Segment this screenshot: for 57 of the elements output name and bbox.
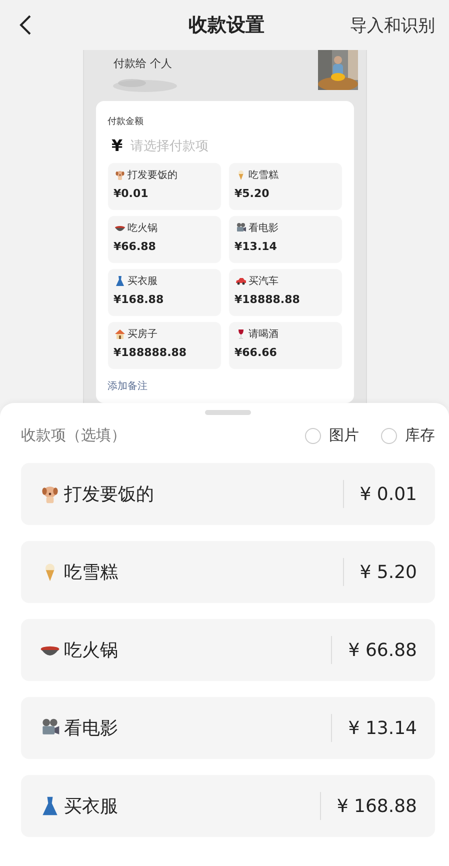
item-name: 买衣服 <box>64 795 118 818</box>
payment-item-tile[interactable]: 吃火锅 ¥66.88 <box>108 216 220 263</box>
payment-item-tile[interactable]: 买房子 ¥188888.88 <box>108 322 220 369</box>
item-name: 请喝酒 <box>248 328 278 341</box>
item-name: 买衣服 <box>128 274 158 288</box>
payment-item-tile[interactable]: 买汽车 ¥18888.88 <box>228 269 342 316</box>
item-name: 看电影 <box>248 222 278 235</box>
payment-item-tile[interactable]: 看电影 ¥13.14 <box>228 216 342 263</box>
item-price: ¥66.66 <box>234 346 278 359</box>
item-name: 看电影 <box>64 717 118 740</box>
item-price: ¥188888.88 <box>114 346 188 359</box>
item-price: ¥18888.88 <box>234 293 301 306</box>
payment-item-row[interactable]: 看电影 ¥ 13.14 <box>21 697 435 759</box>
dog-icon <box>114 169 126 181</box>
currency-symbol: ¥ <box>112 136 123 155</box>
add-note-link[interactable]: 添加备注 <box>108 379 148 393</box>
payment-item-tile[interactable]: 买衣服 ¥168.88 <box>108 269 220 316</box>
item-name: 打发要饭的 <box>64 483 154 506</box>
back-icon <box>18 14 32 36</box>
amount-label: 付款金额 <box>108 116 144 128</box>
drag-handle[interactable] <box>205 410 251 415</box>
radio-button[interactable] <box>381 428 397 444</box>
item-name: 买房子 <box>128 328 158 341</box>
option-label: 库存 <box>405 426 435 445</box>
item-name: 打发要饭的 <box>128 168 178 182</box>
item-price: ¥13.14 <box>234 240 278 253</box>
item-price: ¥168.88 <box>114 293 165 306</box>
item-price: ¥ 0.01 <box>360 484 417 504</box>
payment-item-tile[interactable]: 打发要饭的 ¥0.01 <box>108 163 220 210</box>
item-name: 吃火锅 <box>128 222 158 235</box>
item-price: ¥5.20 <box>234 187 270 200</box>
item-price: ¥66.88 <box>114 240 157 253</box>
item-name: 买汽车 <box>248 274 278 288</box>
item-name: 吃火锅 <box>64 639 118 662</box>
payment-item-row[interactable]: 吃火锅 ¥ 66.88 <box>21 619 435 681</box>
payment-item-row[interactable]: 打发要饭的 ¥ 0.01 <box>21 463 435 525</box>
car-icon <box>234 275 246 287</box>
item-price: ¥ 66.88 <box>348 640 417 660</box>
item-price: ¥ 5.20 <box>360 562 417 582</box>
payment-item-row[interactable]: 吃雪糕 ¥ 5.20 <box>21 541 435 603</box>
radio-button[interactable] <box>305 428 321 444</box>
section-title: 收款项（选填） <box>21 426 126 445</box>
item-price: ¥ 168.88 <box>336 796 417 816</box>
page-title: 收款设置 <box>188 13 264 38</box>
payee-label: 付款给 个人 <box>114 56 172 71</box>
payment-item-row[interactable]: 买衣服 ¥ 168.88 <box>21 775 435 837</box>
import-button[interactable]: 导入和识别 <box>350 14 435 36</box>
payment-item-tile[interactable]: 请喝酒 ¥66.66 <box>228 322 342 369</box>
item-name: 吃雪糕 <box>64 561 118 584</box>
item-name: 吃雪糕 <box>248 169 278 182</box>
dress-icon <box>114 275 126 287</box>
payment-item-tile[interactable]: 吃雪糕 ¥5.20 <box>228 163 342 210</box>
house-icon <box>114 328 126 340</box>
film-projector-icon <box>234 222 246 234</box>
item-price: ¥0.01 <box>114 187 150 200</box>
item-price: ¥ 13.14 <box>348 718 417 738</box>
option-label: 图片 <box>329 426 359 445</box>
